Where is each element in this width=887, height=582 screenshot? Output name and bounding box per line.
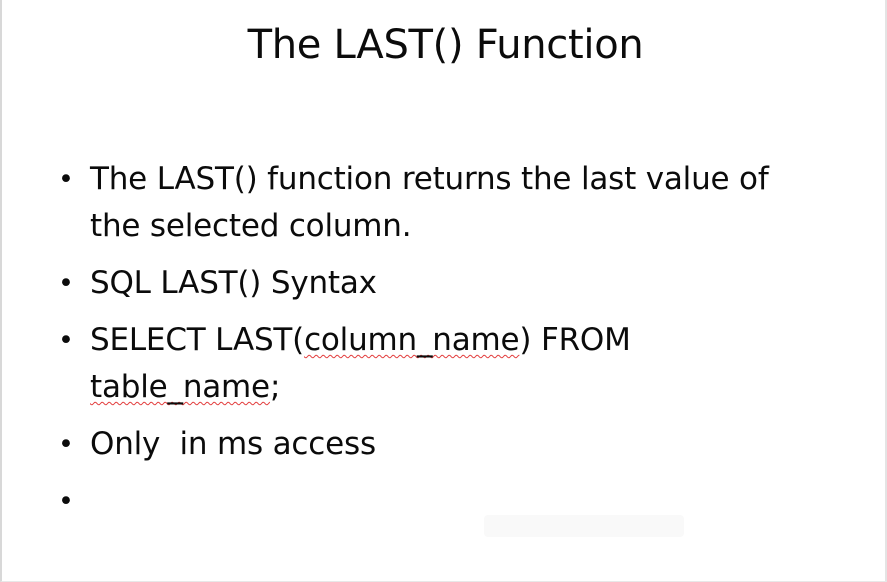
bullet-text-line: Only in ms access <box>90 426 376 462</box>
bullet-item-4: • Only in ms access <box>54 421 854 468</box>
bullet-text-line: the selected column. <box>90 208 412 244</box>
bullet-item-3: • SELECT LAST(column_name) FROM table_na… <box>54 317 854 411</box>
bullet-dot-icon: • <box>58 164 74 195</box>
bullet-text-line: SELECT LAST(column_name) FROM <box>90 317 854 364</box>
syntax-terminator: ; <box>269 369 281 405</box>
syntax-suffix: ) FROM <box>519 322 631 358</box>
bullet-item-2: • SQL LAST() Syntax <box>54 260 854 307</box>
background-artifact <box>484 515 684 537</box>
syntax-prefix: SELECT LAST( <box>90 322 305 358</box>
bullet-item-1: • The LAST() function returns the last v… <box>54 156 854 250</box>
spellcheck-word-table-name: table_name <box>90 369 270 405</box>
bullet-dot-icon: • <box>58 325 74 356</box>
bullet-text-line: SQL LAST() Syntax <box>90 265 377 301</box>
bullet-list: • The LAST() function returns the last v… <box>54 156 854 517</box>
bullet-dot-icon: • <box>58 429 74 460</box>
bullet-dot-icon: • <box>58 268 74 299</box>
bullet-dot-icon: • <box>58 486 74 517</box>
bullet-text-line: The LAST() function returns the last val… <box>90 161 769 197</box>
bullet-text-line: table_name; <box>90 364 854 411</box>
slide-title: The LAST() Function <box>247 22 644 68</box>
spellcheck-word-column-name: column_name <box>304 322 520 358</box>
slide: The LAST() Function • The LAST() functio… <box>0 0 887 582</box>
